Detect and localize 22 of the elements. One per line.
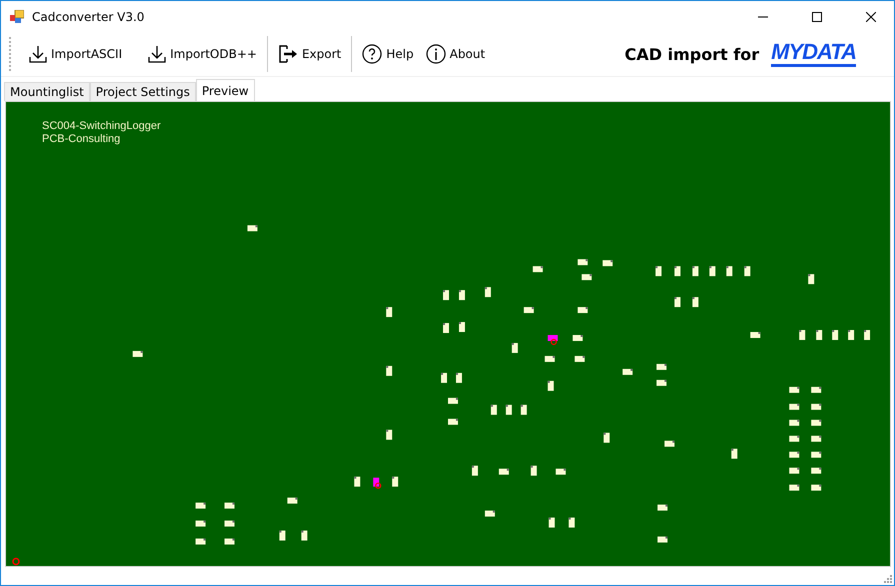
download-icon: [148, 45, 166, 63]
toolbar-button[interactable]: About: [420, 38, 492, 70]
toolbar-button[interactable]: ImportASCII: [23, 38, 128, 70]
logo: MYDATA: [771, 41, 856, 67]
toolbar-button[interactable]: Help: [356, 38, 420, 70]
tagline: CAD import for: [624, 44, 760, 64]
download-icon: [29, 45, 47, 63]
maximize-icon: [812, 12, 822, 22]
tab[interactable]: Preview: [196, 79, 255, 101]
help-icon: [362, 44, 382, 64]
resize-grip-icon: [882, 573, 892, 583]
close-icon: [866, 12, 876, 22]
board-label: PCB-Consulting: [42, 133, 122, 146]
tab[interactable]: Project Settings: [90, 82, 196, 101]
app-icon: [10, 10, 24, 24]
toolbar-button[interactable]: ImportODB++: [142, 38, 263, 70]
info-icon: [426, 44, 446, 64]
toolbar-button[interactable]: Export: [272, 38, 348, 70]
window-title: Cadconverter V3.0: [32, 10, 146, 24]
board-label: SC004-SwitchingLogger: [42, 120, 161, 133]
export-icon: [278, 44, 298, 64]
tab[interactable]: Mountinglist: [4, 82, 90, 101]
